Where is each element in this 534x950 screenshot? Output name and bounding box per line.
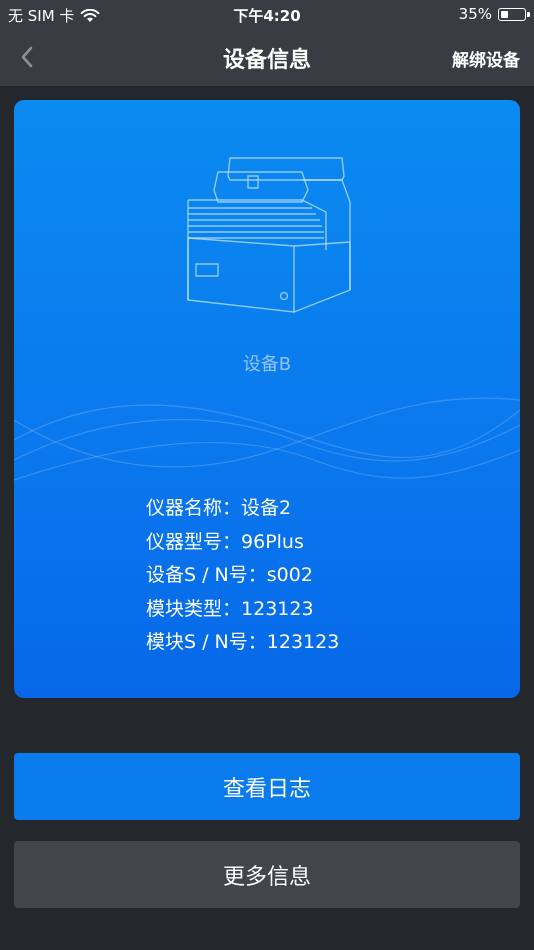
- status-time: 下午4:20: [233, 7, 301, 25]
- info-value: 123123: [266, 631, 340, 653]
- status-right: 35%: [458, 5, 530, 23]
- info-value: 123123: [241, 597, 314, 620]
- view-log-button[interactable]: 查看日志: [14, 753, 520, 820]
- info-row-instrument-model: 仪器型号：96Plus: [146, 526, 339, 560]
- device-info-list: 仪器名称：设备2 仪器型号：96Plus 设备S / N号：s002 模块类型：…: [146, 492, 339, 660]
- info-row-module-sn: 模块S / N号：123123: [146, 626, 339, 660]
- info-row-instrument-name: 仪器名称：设备2: [146, 492, 339, 526]
- info-row-device-sn: 设备S / N号：s002: [146, 559, 339, 593]
- battery-icon: [498, 7, 530, 21]
- battery-fill: [501, 10, 508, 18]
- wave-decoration: [14, 397, 520, 481]
- info-label: 模块类型：: [146, 597, 242, 620]
- unbind-device-button[interactable]: 解绑设备: [452, 46, 520, 71]
- device-illustration-icon: [187, 157, 351, 313]
- info-label: 仪器型号：: [146, 530, 242, 553]
- nav-bar: 设备信息 解绑设备: [0, 30, 534, 86]
- info-label: 模块S / N号：: [146, 631, 267, 653]
- info-value: s002: [266, 564, 313, 586]
- info-row-module-type: 模块类型：123123: [146, 593, 339, 627]
- info-value: 96Plus: [241, 530, 304, 553]
- more-info-button[interactable]: 更多信息: [14, 841, 520, 908]
- info-value: 设备2: [241, 497, 292, 519]
- info-label: 仪器名称：: [146, 497, 242, 519]
- battery-percent: 35%: [458, 5, 492, 23]
- info-label: 设备S / N号：: [146, 564, 267, 586]
- battery-tip: [527, 11, 530, 17]
- status-bar: 无 SIM 卡 下午4:20 35%: [0, 0, 534, 30]
- device-card: 设备B 仪器名称：设备2 仪器型号：96Plus 设备S / N号：s002 模…: [14, 100, 520, 698]
